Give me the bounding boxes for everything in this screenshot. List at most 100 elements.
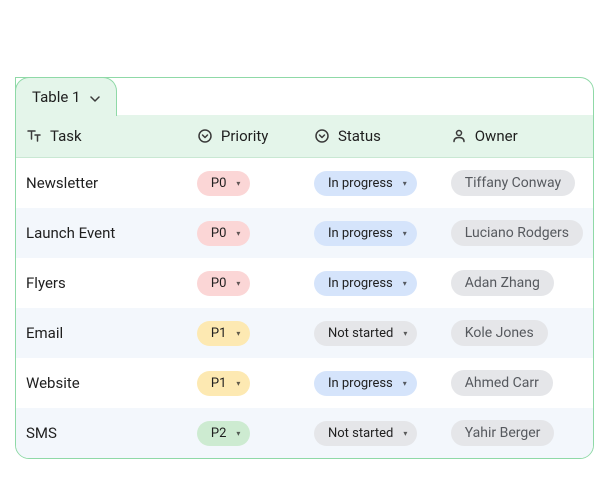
task-name: Email <box>26 324 63 342</box>
owner-cell: Ahmed Carr <box>441 358 593 408</box>
priority-pill[interactable]: P0 ▾ <box>197 221 251 246</box>
priority-pill[interactable]: P1 ▾ <box>197 371 251 396</box>
table-row: Launch Event P0 ▾ In progress ▾ Luciano Rodge… <box>16 208 593 258</box>
task-name: SMS <box>26 424 57 442</box>
caret-down-icon: ▾ <box>236 429 240 438</box>
status-cell: Not started ▾ <box>304 308 441 358</box>
priority-cell: P0 ▾ <box>187 208 304 258</box>
priority-cell: P0 ▾ <box>187 158 304 209</box>
status-label: In progress <box>328 176 393 191</box>
priority-pill[interactable]: P2 ▾ <box>197 421 251 446</box>
priority-label: P1 <box>211 376 227 391</box>
column-header-priority[interactable]: Priority <box>187 115 304 158</box>
caret-down-icon: ▾ <box>403 279 407 288</box>
status-cell: In progress ▾ <box>304 358 441 408</box>
status-cell: Not started ▾ <box>304 408 441 458</box>
owner-cell: Luciano Rodgers <box>441 208 593 258</box>
column-header-task[interactable]: Task <box>16 115 187 158</box>
task-name: Website <box>26 374 80 392</box>
priority-pill[interactable]: P0 ▾ <box>197 171 251 196</box>
task-cell[interactable]: Website <box>16 358 187 408</box>
task-cell[interactable]: Email <box>16 308 187 358</box>
table-tab-label: Table 1 <box>32 88 80 106</box>
caret-down-icon: ▾ <box>403 429 407 438</box>
status-label: In progress <box>328 226 393 241</box>
table-tab[interactable]: Table 1 <box>15 77 117 116</box>
column-header-label: Owner <box>475 127 518 145</box>
caret-down-icon: ▾ <box>403 179 407 188</box>
column-header-label: Priority <box>221 127 268 145</box>
chevron-down-icon <box>90 88 100 106</box>
task-name: Launch Event <box>26 224 115 242</box>
caret-down-icon: ▾ <box>236 279 240 288</box>
owner-name: Yahir Berger <box>465 425 541 441</box>
dropdown-icon <box>314 128 330 144</box>
table-row: Website P1 ▾ In progress ▾ Ahmed Carr <box>16 358 593 408</box>
table-row: Flyers P0 ▾ In progress ▾ Adan Zhang <box>16 258 593 308</box>
priority-cell: P2 ▾ <box>187 408 304 458</box>
status-cell: In progress ▾ <box>304 158 441 209</box>
owner-name: Kole Jones <box>465 325 534 341</box>
owner-cell: Tiffany Conway <box>441 158 593 209</box>
owner-chip[interactable]: Yahir Berger <box>451 420 555 446</box>
owner-chip[interactable]: Adan Zhang <box>451 270 554 296</box>
owner-cell: Kole Jones <box>441 308 593 358</box>
text-icon <box>26 128 42 144</box>
status-pill[interactable]: In progress ▾ <box>314 171 417 196</box>
priority-label: P2 <box>211 426 227 441</box>
priority-label: P0 <box>211 226 227 241</box>
owner-chip[interactable]: Ahmed Carr <box>451 370 553 396</box>
status-pill[interactable]: In progress ▾ <box>314 371 417 396</box>
caret-down-icon: ▾ <box>236 329 240 338</box>
table-row: SMS P2 ▾ Not started ▾ Yahir Berger <box>16 408 593 458</box>
task-name: Newsletter <box>26 174 98 192</box>
caret-down-icon: ▾ <box>236 179 240 188</box>
column-header-label: Task <box>50 127 82 145</box>
priority-cell: P1 ▾ <box>187 358 304 408</box>
task-cell[interactable]: Flyers <box>16 258 187 308</box>
status-cell: In progress ▾ <box>304 208 441 258</box>
caret-down-icon: ▾ <box>236 379 240 388</box>
dropdown-icon <box>197 128 213 144</box>
column-header-status[interactable]: Status <box>304 115 441 158</box>
owner-cell: Adan Zhang <box>441 258 593 308</box>
header-row: Task Priority <box>16 115 593 158</box>
caret-down-icon: ▾ <box>403 379 407 388</box>
status-pill[interactable]: Not started ▾ <box>314 421 417 446</box>
owner-cell: Yahir Berger <box>441 408 593 458</box>
status-pill[interactable]: In progress ▾ <box>314 221 417 246</box>
priority-label: P1 <box>211 326 227 341</box>
table-row: Newsletter P0 ▾ In progress ▾ Tiffany Conway <box>16 158 593 209</box>
caret-down-icon: ▾ <box>403 329 407 338</box>
priority-pill[interactable]: P1 ▾ <box>197 321 251 346</box>
person-icon <box>451 128 467 144</box>
priority-cell: P0 ▾ <box>187 258 304 308</box>
caret-down-icon: ▾ <box>403 229 407 238</box>
priority-pill[interactable]: P0 ▾ <box>197 271 251 296</box>
owner-name: Luciano Rodgers <box>465 225 569 241</box>
task-cell[interactable]: Launch Event <box>16 208 187 258</box>
owner-chip[interactable]: Kole Jones <box>451 320 548 346</box>
priority-label: P0 <box>211 176 227 191</box>
task-cell[interactable]: SMS <box>16 408 187 458</box>
status-label: Not started <box>328 426 393 441</box>
owner-chip[interactable]: Tiffany Conway <box>451 170 575 196</box>
owner-name: Ahmed Carr <box>465 375 539 391</box>
owner-name: Tiffany Conway <box>465 175 561 191</box>
table-row: Email P1 ▾ Not started ▾ Kole Jones <box>16 308 593 358</box>
status-label: In progress <box>328 276 393 291</box>
priority-cell: P1 ▾ <box>187 308 304 358</box>
task-cell[interactable]: Newsletter <box>16 158 187 209</box>
task-name: Flyers <box>26 274 66 292</box>
priority-label: P0 <box>211 276 227 291</box>
status-label: In progress <box>328 376 393 391</box>
caret-down-icon: ▾ <box>236 229 240 238</box>
owner-name: Adan Zhang <box>465 275 540 291</box>
status-pill[interactable]: In progress ▾ <box>314 271 417 296</box>
owner-chip[interactable]: Luciano Rodgers <box>451 220 583 246</box>
status-label: Not started <box>328 326 393 341</box>
status-pill[interactable]: Not started ▾ <box>314 321 417 346</box>
status-cell: In progress ▾ <box>304 258 441 308</box>
data-table: Task Priority <box>15 77 594 459</box>
column-header-owner[interactable]: Owner <box>441 115 593 158</box>
